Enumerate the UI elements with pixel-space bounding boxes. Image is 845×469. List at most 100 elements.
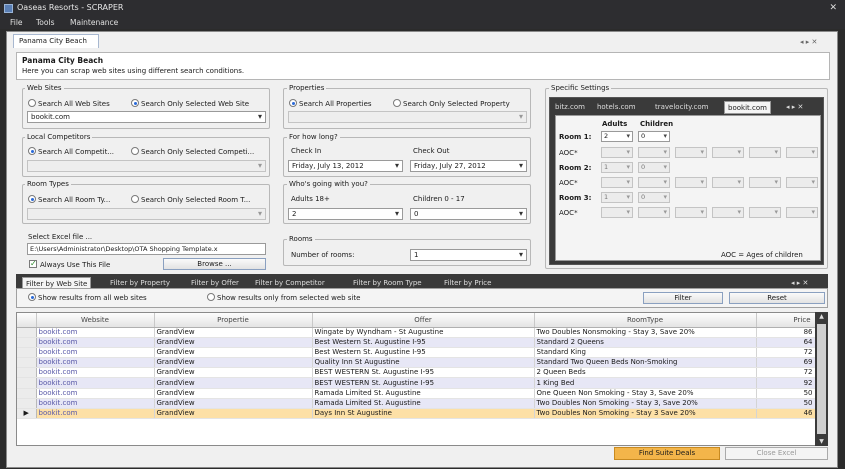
col-header-price[interactable]: Price	[756, 313, 816, 328]
check-out-date-picker[interactable]: Friday, July 27, 2012	[410, 160, 527, 172]
menu-tools[interactable]: Tools	[36, 16, 54, 29]
always-use-checkbox[interactable]: Always Use This File	[29, 259, 110, 270]
grid-vertical-scrollbar[interactable]: ▲ ▼	[815, 312, 828, 446]
browse-button[interactable]: Browse ...	[163, 258, 266, 270]
radio-all-web-sites[interactable]: Search All Web Sites	[28, 99, 110, 109]
close-excel-button[interactable]: Close Excel	[725, 447, 828, 460]
excel-path-field[interactable]: E:\Users\Administrator\Desktop\OTA Shopp…	[27, 243, 266, 255]
room3-aoc-3[interactable]	[675, 207, 707, 218]
cell-roomtype[interactable]: Two Doubles Nonsmoking - Stay 3, Save 20…	[534, 327, 757, 338]
tab-travelocity[interactable]: travelocity.com	[652, 101, 711, 114]
table-row[interactable]: bookit.com GrandView BEST WESTERN St. Au…	[17, 367, 816, 379]
room2-aoc-4[interactable]	[712, 177, 744, 188]
room2-children-select[interactable]: 0	[638, 162, 670, 173]
cell-property[interactable]: GrandView	[154, 388, 313, 399]
cell-offer[interactable]: Best Western St. Augustine I-95	[312, 337, 535, 348]
tab-hotels[interactable]: hotels.com	[594, 101, 639, 114]
menu-maintenance[interactable]: Maintenance	[70, 16, 118, 29]
tab-bitz[interactable]: bitz.com	[552, 101, 588, 114]
cell-property[interactable]: GrandView	[154, 408, 313, 420]
cell-offer[interactable]: Wingate by Wyndham - St Augustine	[312, 327, 535, 338]
cell-property[interactable]: GrandView	[154, 337, 313, 348]
col-header-offer[interactable]: Offer	[312, 313, 535, 328]
cell-property[interactable]: GrandView	[154, 367, 313, 379]
cell-roomtype[interactable]: Two Doubles Non Smoking - Stay 3, Save 2…	[534, 398, 757, 410]
row-header[interactable]	[17, 347, 37, 359]
row-header[interactable]	[17, 388, 37, 399]
col-header-website[interactable]: Website	[36, 313, 155, 328]
cell-website[interactable]: bookit.com	[36, 327, 155, 338]
cell-roomtype[interactable]: Standard 2 Queens	[534, 337, 757, 348]
cell-price[interactable]: 50	[756, 398, 816, 410]
table-row[interactable]: bookit.com GrandView Best Western St. Au…	[17, 337, 816, 348]
cell-price[interactable]: 69	[756, 357, 816, 369]
col-header-roomtype[interactable]: RoomType	[534, 313, 757, 328]
room2-aoc-2[interactable]	[638, 177, 670, 188]
cell-website[interactable]: bookit.com	[36, 398, 155, 410]
cell-website[interactable]: bookit.com	[36, 347, 155, 359]
table-row[interactable]: bookit.com GrandView Wingate by Wyndham …	[17, 327, 816, 338]
radio-selected-competitor[interactable]: Search Only Selected Competi...	[131, 147, 254, 157]
cell-website[interactable]: bookit.com	[36, 357, 155, 369]
radio-selected-room-type[interactable]: Search Only Selected Room T...	[131, 195, 250, 205]
cell-roomtype[interactable]: Two Doubles Non Smoking - Stay 3 Save 20…	[534, 408, 757, 420]
room-type-select[interactable]	[27, 208, 266, 220]
cell-website[interactable]: bookit.com	[36, 388, 155, 399]
cell-offer[interactable]: BEST WESTERN St. Augustine I-95	[312, 367, 535, 379]
row-header[interactable]	[17, 377, 37, 389]
radio-selected-web-site[interactable]: Search Only Selected Web Site	[131, 99, 249, 109]
cell-website[interactable]: bookit.com	[36, 337, 155, 348]
room2-aoc-5[interactable]	[749, 177, 781, 188]
table-row-selected[interactable]: ▶ bookit.com GrandView Days Inn St Augus…	[17, 408, 816, 420]
cell-offer[interactable]: Best Western St. Augustine I-95	[312, 347, 535, 359]
cell-price[interactable]: 46	[756, 408, 816, 420]
row-header[interactable]	[17, 327, 37, 338]
cell-website[interactable]: bookit.com	[36, 367, 155, 379]
cell-offer[interactable]: BEST WESTERN St. Augustine I-95	[312, 377, 535, 389]
close-window-icon[interactable]: ✕	[829, 0, 837, 16]
children-select[interactable]: 0	[410, 208, 527, 220]
web-site-select[interactable]: bookit.com	[27, 111, 266, 123]
room3-aoc-2[interactable]	[638, 207, 670, 218]
cell-roomtype[interactable]: Standard Two Queen Beds Non-Smoking	[534, 357, 757, 369]
room2-aoc-1[interactable]	[601, 177, 633, 188]
cell-property[interactable]: GrandView	[154, 347, 313, 359]
table-row[interactable]: bookit.com GrandView Ramada Limited St. …	[17, 398, 816, 410]
cell-price[interactable]: 86	[756, 327, 816, 338]
radio-all-competitors[interactable]: Search All Competit...	[28, 147, 114, 157]
scroll-down-icon[interactable]: ▼	[815, 438, 828, 445]
radio-selected-site-results[interactable]: Show results only from selected web site	[207, 293, 360, 303]
reset-button[interactable]: Reset	[729, 292, 825, 304]
room2-aoc-6[interactable]	[786, 177, 818, 188]
rooms-select[interactable]: 1	[410, 249, 527, 261]
cell-roomtype[interactable]: One Queen Non Smoking - Stay 3, Save 20%	[534, 388, 757, 399]
check-in-date-picker[interactable]: Friday, July 13, 2012	[288, 160, 403, 172]
room2-aoc-3[interactable]	[675, 177, 707, 188]
scroll-thumb[interactable]	[817, 324, 826, 434]
radio-selected-property[interactable]: Search Only Selected Property	[393, 99, 510, 109]
cell-property[interactable]: GrandView	[154, 327, 313, 338]
room1-children-select[interactable]: 0	[638, 131, 670, 142]
cell-offer[interactable]: Quality Inn St Augustine	[312, 357, 535, 369]
specific-tabs-nav[interactable]: ◂ ▸ ✕	[783, 101, 806, 114]
filter-button[interactable]: Filter	[643, 292, 723, 304]
find-suite-deals-button[interactable]: Find Suite Deals	[614, 447, 720, 460]
room3-aoc-4[interactable]	[712, 207, 744, 218]
row-header[interactable]	[17, 357, 37, 369]
room2-adults-select[interactable]: 1	[601, 162, 633, 173]
doc-tab-nav[interactable]: ◂ ▸ ✕	[800, 36, 817, 48]
radio-all-room-types[interactable]: Search All Room Ty...	[28, 195, 110, 205]
cell-offer[interactable]: Ramada Limited St. Augustine	[312, 388, 535, 399]
table-row[interactable]: bookit.com GrandView Quality Inn St Augu…	[17, 357, 816, 369]
row-header[interactable]	[17, 367, 37, 379]
cell-property[interactable]: GrandView	[154, 398, 313, 410]
table-row[interactable]: bookit.com GrandView Ramada Limited St. …	[17, 388, 816, 399]
room1-aoc-2[interactable]	[638, 147, 670, 158]
scroll-up-icon[interactable]: ▲	[815, 313, 828, 320]
room3-aoc-5[interactable]	[749, 207, 781, 218]
cell-property[interactable]: GrandView	[154, 377, 313, 389]
cell-price[interactable]: 72	[756, 347, 816, 359]
cell-price[interactable]: 72	[756, 367, 816, 379]
room1-aoc-1[interactable]	[601, 147, 633, 158]
cell-roomtype[interactable]: Standard King	[534, 347, 757, 359]
